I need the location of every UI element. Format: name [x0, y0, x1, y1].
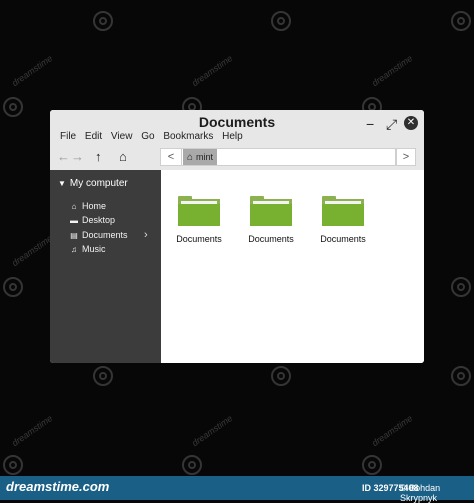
watermark-text: dreamstime: [10, 53, 55, 89]
desktop-icon: ▬: [70, 216, 78, 225]
breadcrumb-mint[interactable]: ⌂ mint: [183, 149, 218, 165]
path-scroll-right-icon[interactable]: >: [396, 148, 416, 166]
menu-view[interactable]: View: [111, 131, 133, 142]
sidebar-item-label: Documents: [82, 230, 128, 240]
home-icon[interactable]: ⌂: [119, 150, 127, 164]
watermark-text: dreamstime: [190, 53, 235, 89]
chevron-right-icon[interactable]: ›: [144, 229, 148, 241]
sidebar: ▼ My computer ⌂ Home ▬ Desktop ▤ Documents ›…: [50, 170, 161, 363]
folder-label: Documents: [248, 234, 294, 244]
menu-bookmarks[interactable]: Bookmarks: [163, 131, 213, 142]
watermark-swirl-icon: [3, 97, 23, 117]
watermark-text: dreamstime: [10, 413, 55, 449]
watermark-swirl-icon: [271, 11, 291, 31]
file-manager-window: Documents − ⤢ ✕ File Edit View Go Bookma…: [50, 110, 424, 363]
folder-item[interactable]: Documents: [241, 196, 301, 244]
close-icon[interactable]: ✕: [404, 116, 418, 130]
menu-file[interactable]: File: [60, 131, 76, 142]
watermark-swirl-icon: [362, 455, 382, 475]
title-bar: Documents − ⤢ ✕ File Edit View Go Bookma…: [50, 110, 424, 170]
path-bar: < ⌂ mint: [160, 148, 396, 166]
music-icon: ♫: [71, 245, 77, 254]
watermark-swirl-icon: [451, 11, 471, 31]
chevron-down-icon: ▼: [58, 179, 66, 188]
document-icon: ▤: [70, 231, 78, 240]
watermark-text: dreamstime: [370, 53, 415, 89]
watermark-swirl-icon: [93, 11, 113, 31]
home-icon: ⌂: [71, 202, 77, 211]
watermark-text: dreamstime: [190, 413, 235, 449]
watermark-swirl-icon: [3, 277, 23, 297]
folder-icon: [250, 196, 292, 226]
folder-item[interactable]: Documents: [313, 196, 373, 244]
up-arrow-icon[interactable]: ↑: [95, 150, 102, 164]
folder-label: Documents: [176, 234, 222, 244]
sidebar-item-label: Desktop: [82, 215, 116, 225]
watermark-text: dreamstime: [370, 413, 415, 449]
back-arrow-icon[interactable]: ←: [57, 150, 70, 164]
watermark-swirl-icon: [3, 455, 23, 475]
sidebar-item-home[interactable]: ⌂ Home: [69, 200, 106, 213]
folder-label: Documents: [320, 234, 366, 244]
menu-bar: File Edit View Go Bookmarks Help: [60, 131, 249, 142]
sidebar-item-label: Home: [82, 201, 107, 211]
site-logo-text: dreamstime.com: [6, 479, 110, 494]
watermark-swirl-icon: [182, 455, 202, 475]
home-icon: ⌂: [187, 152, 194, 163]
menu-edit[interactable]: Edit: [85, 131, 102, 142]
path-scroll-left-icon[interactable]: <: [161, 149, 182, 165]
sidebar-item-label: Music: [82, 244, 106, 254]
watermark-swirl-icon: [451, 277, 471, 297]
author-credit: © Bohdan Skrypnyk: [400, 483, 441, 503]
watermark-swirl-icon: [271, 366, 291, 386]
folder-icon: [178, 196, 220, 226]
menu-go[interactable]: Go: [141, 131, 154, 142]
menu-help[interactable]: Help: [222, 131, 243, 142]
minimize-icon[interactable]: −: [366, 116, 374, 132]
breadcrumb-label: mint: [196, 152, 214, 162]
watermark-swirl-icon: [93, 366, 113, 386]
sidebar-item-music[interactable]: ♫ Music: [69, 243, 106, 256]
sidebar-item-documents[interactable]: ▤ Documents: [69, 229, 128, 242]
watermark-text: dreamstime: [10, 233, 55, 269]
folder-icon: [322, 196, 364, 226]
watermark-swirl-icon: [451, 366, 471, 386]
folder-item[interactable]: Documents: [169, 196, 229, 244]
maximize-icon[interactable]: ⤢: [386, 116, 397, 132]
sidebar-item-desktop[interactable]: ▬ Desktop: [69, 214, 115, 227]
stock-footer: dreamstime.com ID 329775408 © Bohdan Skr…: [0, 476, 474, 503]
sidebar-section-my-computer[interactable]: ▼ My computer: [58, 178, 128, 189]
sidebar-header-label: My computer: [69, 178, 128, 189]
file-view: Documents Documents Documents: [161, 170, 424, 363]
forward-arrow-icon[interactable]: →: [71, 150, 84, 164]
